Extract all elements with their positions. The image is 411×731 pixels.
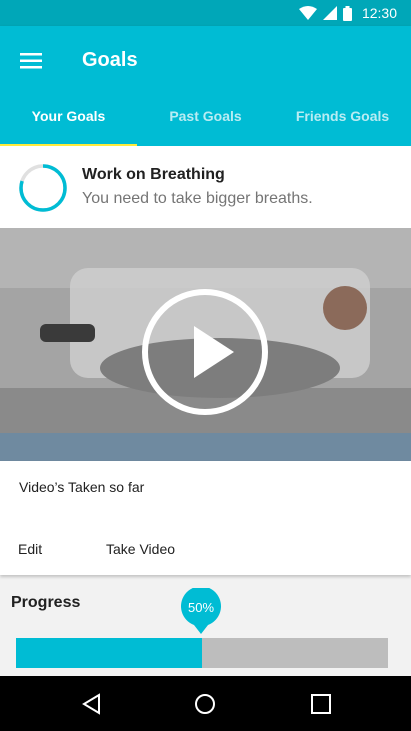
- battery-icon: [342, 5, 352, 21]
- edit-button[interactable]: Edit: [18, 541, 42, 557]
- recents-button[interactable]: [307, 690, 335, 718]
- take-video-button[interactable]: Take Video: [106, 541, 175, 557]
- goal-progress-ring: [19, 164, 67, 212]
- menu-icon: [20, 53, 42, 69]
- play-icon: [194, 326, 234, 378]
- tab-bar: Your Goals Past Goals Friends Goals: [0, 98, 411, 146]
- video-info-card: Video’s Taken so far Edit Take Video: [0, 461, 411, 575]
- home-icon: [195, 694, 215, 714]
- videos-taken-label: Video’s Taken so far: [19, 479, 145, 495]
- tab-your-goals[interactable]: Your Goals: [0, 98, 137, 146]
- progress-bar[interactable]: [16, 638, 388, 668]
- signal-icon: [322, 6, 337, 20]
- video-player[interactable]: [0, 228, 411, 461]
- status-icons: 12:30: [298, 4, 397, 22]
- system-nav-bar: [0, 676, 411, 731]
- progress-value: 50%: [187, 600, 215, 615]
- goal-subtitle: You need to take bigger breaths.: [82, 190, 313, 207]
- play-button[interactable]: [142, 289, 268, 415]
- status-time: 12:30: [361, 5, 397, 21]
- progress-value-bubble: 50%: [181, 588, 221, 634]
- recents-icon: [311, 694, 331, 714]
- back-button[interactable]: [77, 690, 105, 718]
- app-bar: Goals Your Goals Past Goals Friends Goal…: [0, 26, 411, 146]
- tab-friends-goals[interactable]: Friends Goals: [274, 98, 411, 146]
- page-title: Goals: [82, 49, 138, 71]
- home-button[interactable]: [191, 690, 219, 718]
- back-icon: [82, 693, 100, 715]
- goal-card[interactable]: Work on Breathing You need to take bigge…: [0, 146, 411, 228]
- goal-title: Work on Breathing: [82, 166, 225, 183]
- status-bar: 12:30: [0, 0, 411, 26]
- wifi-icon: [298, 6, 317, 20]
- tab-past-goals[interactable]: Past Goals: [137, 98, 274, 146]
- progress-label: Progress: [11, 594, 81, 611]
- menu-button[interactable]: [14, 46, 48, 76]
- progress-fill: [16, 638, 202, 668]
